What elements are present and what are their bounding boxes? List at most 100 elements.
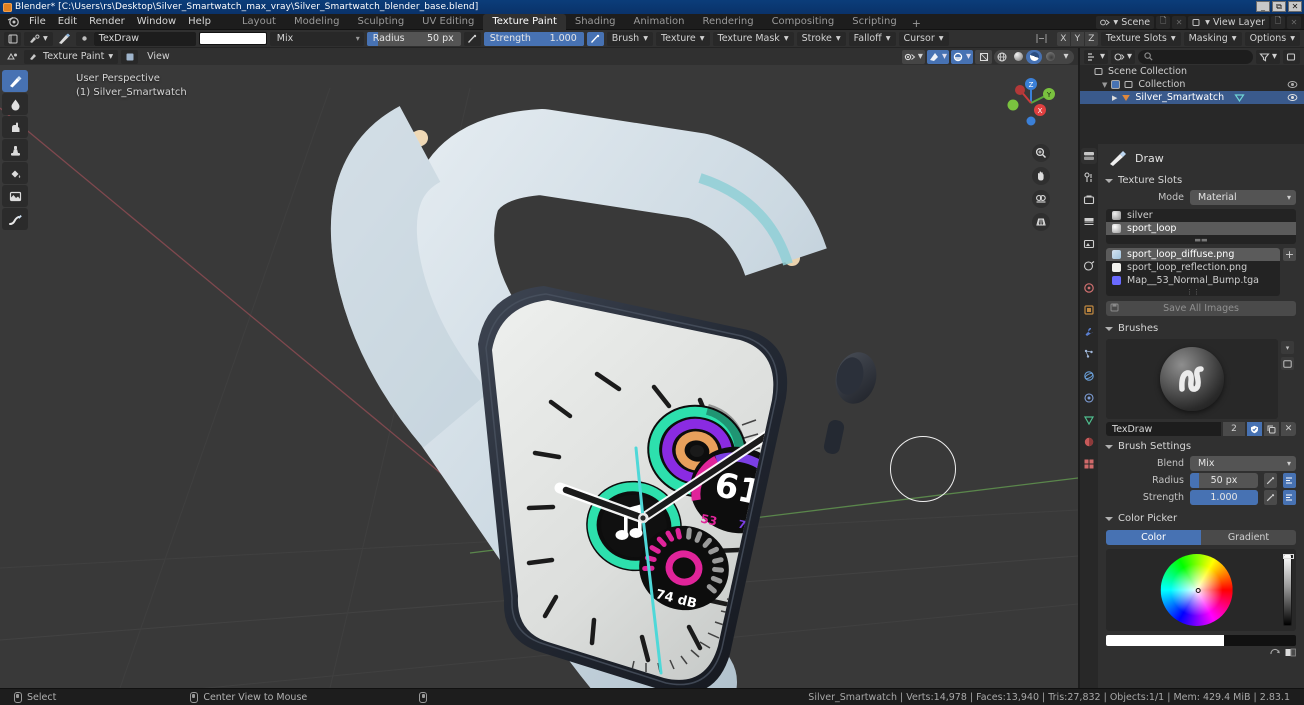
tab-layout[interactable]: Layout [233, 14, 285, 30]
properties-tab-object-data[interactable] [1081, 412, 1097, 428]
shading-material-preview-icon[interactable] [1026, 49, 1042, 64]
restore-button[interactable]: ⧉ [1272, 1, 1286, 12]
strength-unit-icon[interactable] [1283, 490, 1296, 505]
color-swap-icon[interactable] [1270, 648, 1282, 657]
3d-viewport[interactable]: 61 53 70 [0, 48, 1078, 688]
viewport-view-menu[interactable]: View [141, 50, 176, 64]
texture-images-list[interactable]: sport_loop_diffuse.png sport_loop_reflec… [1106, 248, 1280, 296]
strength-slider[interactable]: Strength 1.000 [483, 31, 584, 46]
new-scene-button[interactable]: 🗋 [1156, 15, 1171, 29]
add-workspace-button[interactable]: + [906, 17, 927, 30]
brush-strength-slider[interactable]: 1.000 [1190, 490, 1258, 505]
menu-render[interactable]: Render [83, 15, 131, 29]
menu-brush[interactable]: Brush ▾ [606, 31, 653, 46]
editor-type-icon[interactable] [4, 50, 21, 64]
brush-preview-panel[interactable]: ▾ [1106, 339, 1294, 419]
mask-tool-button[interactable] [2, 185, 28, 207]
properties-tab-tool[interactable] [1081, 148, 1097, 164]
outliner-filter-icon[interactable]: ▾ [1255, 49, 1280, 64]
properties-tab-object[interactable] [1081, 280, 1097, 296]
material-slot-row[interactable]: sport_loop [1106, 222, 1296, 235]
delete-scene-button[interactable]: ✕ [1172, 15, 1187, 29]
menu-texture-mask[interactable]: Texture Mask ▾ [712, 31, 794, 46]
tab-scripting[interactable]: Scripting [843, 14, 905, 30]
image-slot-row[interactable]: sport_loop_diffuse.png [1106, 248, 1280, 261]
delete-view-layer-button[interactable]: ✕ [1287, 15, 1301, 29]
outliner-new-collection-icon[interactable] [1283, 49, 1300, 64]
panel-texture-slots-header[interactable]: Texture Slots [1098, 173, 1304, 188]
outliner-search-input[interactable] [1138, 49, 1253, 64]
brush-list-expand-icon[interactable]: ▾ [1281, 341, 1294, 354]
image-slot-row[interactable]: Map__53_Normal_Bump.tga [1106, 274, 1280, 287]
properties-tab-render[interactable] [1081, 170, 1097, 186]
draw-tool-button[interactable] [2, 70, 28, 92]
navigation-gizmo[interactable]: Z Y X [1000, 72, 1062, 134]
outliner-display-mode-dropdown[interactable]: ▾ [1111, 49, 1136, 64]
tool-settings-toggle-icon[interactable] [4, 31, 21, 46]
brush-name-field[interactable]: TexDraw [93, 31, 196, 46]
xray-toggle[interactable]: ▾ [950, 49, 973, 64]
brush-color-swatch[interactable] [198, 32, 267, 45]
properties-tab-output[interactable] [1081, 192, 1097, 208]
menu-masking[interactable]: Masking ▾ [1183, 31, 1242, 46]
strength-pressure-icon[interactable] [586, 31, 604, 46]
object-visibility-icon[interactable] [1287, 93, 1298, 105]
scene-selector[interactable]: ▾ Scene [1096, 15, 1155, 29]
menu-cursor[interactable]: Cursor ▾ [898, 31, 949, 46]
tab-compositing[interactable]: Compositing [763, 14, 844, 30]
tab-animation[interactable]: Animation [625, 14, 694, 30]
outliner-editor[interactable]: ▾ ▾ ▾ Scene Collection ▼ Collection ▶ Si… [1080, 48, 1304, 144]
brush-fake-user-button[interactable] [1247, 422, 1262, 436]
image-slot-row[interactable]: sport_loop_reflection.png [1106, 261, 1280, 274]
strength-pressure-icon[interactable] [1264, 490, 1277, 505]
gradient-tab[interactable]: Gradient [1201, 530, 1296, 545]
symmetry-z-button[interactable]: Z [1084, 31, 1098, 46]
properties-tab-modifiers[interactable] [1081, 302, 1097, 318]
tab-rendering[interactable]: Rendering [693, 14, 762, 30]
outliner-editor-type-icon[interactable]: ▾ [1084, 49, 1109, 64]
panel-color-picker-header[interactable]: Color Picker [1098, 511, 1304, 526]
properties-tab-wrench[interactable] [1081, 324, 1097, 340]
expand-arrow-icon[interactable]: ▶ [1112, 94, 1117, 102]
annotate-tool-button[interactable] [2, 208, 28, 230]
close-button[interactable]: ✕ [1288, 1, 1302, 12]
interaction-mode-dropdown[interactable]: Texture Paint ▾ [24, 49, 119, 64]
color-wheel[interactable] [1160, 554, 1233, 626]
shading-dropdown-icon[interactable]: ▾ [1058, 50, 1074, 64]
panel-brush-settings-header[interactable]: Brush Settings [1098, 439, 1304, 454]
expand-arrow-icon[interactable]: ▼ [1102, 81, 1107, 89]
color-value-handle[interactable] [1283, 554, 1294, 559]
properties-tab-material[interactable] [1081, 434, 1097, 450]
brush-duplicate-button[interactable] [1264, 422, 1279, 436]
radius-unit-icon[interactable] [1283, 473, 1296, 488]
radius-pressure-icon[interactable] [1264, 473, 1277, 488]
radius-pressure-icon[interactable] [463, 31, 481, 46]
outliner-row-collection[interactable]: ▼ Collection [1080, 78, 1304, 91]
color-brightness-slider[interactable] [1106, 635, 1296, 646]
properties-tab-physics[interactable] [1081, 368, 1097, 384]
brush-blend-dropdown[interactable]: Mix ▾ [1190, 456, 1296, 471]
properties-tab-view-layer[interactable] [1081, 214, 1097, 230]
collection-checkbox[interactable] [1111, 80, 1121, 89]
minimize-button[interactable]: _ [1256, 1, 1270, 12]
menu-help[interactable]: Help [182, 15, 217, 29]
view-layer-selector[interactable]: ▾ View Layer [1188, 15, 1269, 29]
menu-texture[interactable]: Texture ▾ [655, 31, 710, 46]
brush-data-selector[interactable]: ▾ [24, 31, 53, 46]
menu-texture-slots[interactable]: Texture Slots ▾ [1100, 31, 1181, 46]
properties-tab-constraints[interactable] [1081, 390, 1097, 406]
color-wheel-cursor[interactable] [1195, 587, 1201, 593]
outliner-row-silver-smartwatch[interactable]: ▶ Silver_Smartwatch [1080, 91, 1304, 104]
texture-slots-mode-dropdown[interactable]: Material ▾ [1190, 190, 1296, 205]
menu-falloff[interactable]: Falloff ▾ [848, 31, 896, 46]
color-wheel-area[interactable] [1106, 549, 1296, 631]
color-sample-icon[interactable] [1285, 648, 1296, 657]
blend-mode-dropdown[interactable]: Mix ▾ [269, 31, 364, 46]
tab-sculpting[interactable]: Sculpting [348, 14, 413, 30]
list-resize-grip[interactable]: ⋮⋮ [1106, 287, 1280, 296]
camera-view-icon[interactable] [1032, 190, 1050, 208]
shading-rendered-icon[interactable] [1042, 50, 1058, 64]
menu-stroke[interactable]: Stroke ▾ [796, 31, 846, 46]
new-view-layer-button[interactable]: 🗋 [1271, 15, 1285, 29]
brush-preview-image-icon[interactable] [1281, 357, 1294, 370]
